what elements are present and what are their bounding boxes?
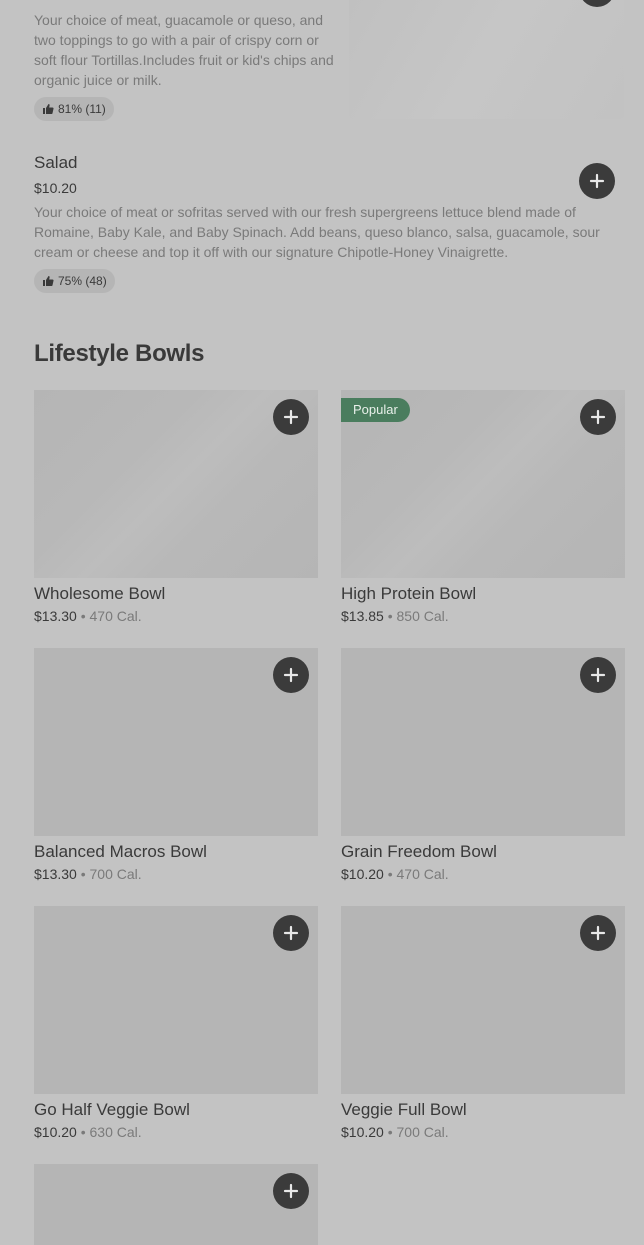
rating-badge: 81% (11) [34,97,114,121]
card-calories: 470 Cal. [89,608,142,624]
separator: • [387,608,393,624]
separator: • [387,866,393,882]
card-title[interactable]: High Protein Bowl [341,583,625,605]
plus-icon [590,409,606,425]
popular-badge: Popular [341,398,410,422]
add-item-button[interactable] [273,399,309,435]
card-calories: 850 Cal. [396,608,449,624]
card-title[interactable]: Go Half Veggie Bowl [34,1099,318,1121]
separator: • [80,1124,86,1140]
item-description: Your choice of meat or sofritas served w… [34,204,600,260]
plus-icon [590,925,606,941]
card-meta: $10.20 • 470 Cal. [341,864,625,884]
plus-icon [590,667,606,683]
menu-card[interactable]: Popular High Protein Bowl $13.85 • 850 C… [341,390,625,626]
card-title[interactable]: Veggie Full Bowl [341,1099,625,1121]
item-title[interactable]: Salad [34,153,77,173]
rating-text: 81% (11) [58,102,106,116]
card-image[interactable] [34,390,318,578]
card-calories: 470 Cal. [396,866,449,882]
menu-card[interactable]: Wholesome Bowl $13.30 • 470 Cal. [34,390,318,626]
card-title[interactable]: Balanced Macros Bowl [34,841,318,863]
card-title[interactable]: Grain Freedom Bowl [341,841,625,863]
plus-icon [283,409,299,425]
card-price: $13.30 [34,866,77,882]
card-price: $10.20 [341,866,384,882]
plus-icon [283,1183,299,1199]
plus-icon [283,667,299,683]
card-calories: 630 Cal. [89,1124,142,1140]
rating-badge: 75% (48) [34,269,115,293]
menu-card[interactable]: Go Half Veggie Bowl $10.20 • 630 Cal. [34,906,318,1142]
add-item-button[interactable] [580,915,616,951]
add-item-button[interactable] [273,915,309,951]
menu-card[interactable]: Grain Freedom Bowl $10.20 • 470 Cal. [341,648,625,884]
plus-icon [589,173,605,189]
menu-card[interactable]: Balanced Macros Bowl $13.30 • 700 Cal. [34,648,318,884]
card-image[interactable] [34,1164,318,1245]
card-meta: $13.85 • 850 Cal. [341,606,625,626]
card-calories: 700 Cal. [89,866,142,882]
add-item-button[interactable] [273,657,309,693]
card-image[interactable] [34,648,318,836]
item-price: $10.20 [34,180,77,196]
item-description: Your choice of meat, guacamole or queso,… [34,12,334,88]
add-item-button[interactable] [580,657,616,693]
card-calories: 700 Cal. [396,1124,449,1140]
add-item-button[interactable] [580,399,616,435]
add-item-button[interactable] [273,1173,309,1209]
separator: • [80,866,86,882]
card-meta: $10.20 • 700 Cal. [341,1122,625,1142]
add-salad-button[interactable] [579,163,615,199]
card-price: $13.30 [34,608,77,624]
card-image[interactable]: Popular [341,390,625,578]
separator: • [80,608,86,624]
card-image[interactable] [34,906,318,1094]
card-meta: $13.30 • 470 Cal. [34,606,318,626]
card-meta: $13.30 • 700 Cal. [34,864,318,884]
item-image[interactable] [349,0,624,119]
menu-card[interactable]: Veggie Full Bowl $10.20 • 700 Cal. [341,906,625,1142]
rating-text: 75% (48) [58,274,107,288]
thumbs-up-icon [43,104,54,114]
card-price: $10.20 [34,1124,77,1140]
plus-icon [283,925,299,941]
card-image[interactable] [341,906,625,1094]
card-price: $10.20 [341,1124,384,1140]
thumbs-up-icon [43,276,54,286]
card-meta: $10.20 • 630 Cal. [34,1122,318,1142]
separator: • [387,1124,393,1140]
card-price: $13.85 [341,608,384,624]
menu-card[interactable] [34,1164,318,1245]
section-title: Lifestyle Bowls [34,340,205,367]
card-title[interactable]: Wholesome Bowl [34,583,318,605]
card-image[interactable] [341,648,625,836]
